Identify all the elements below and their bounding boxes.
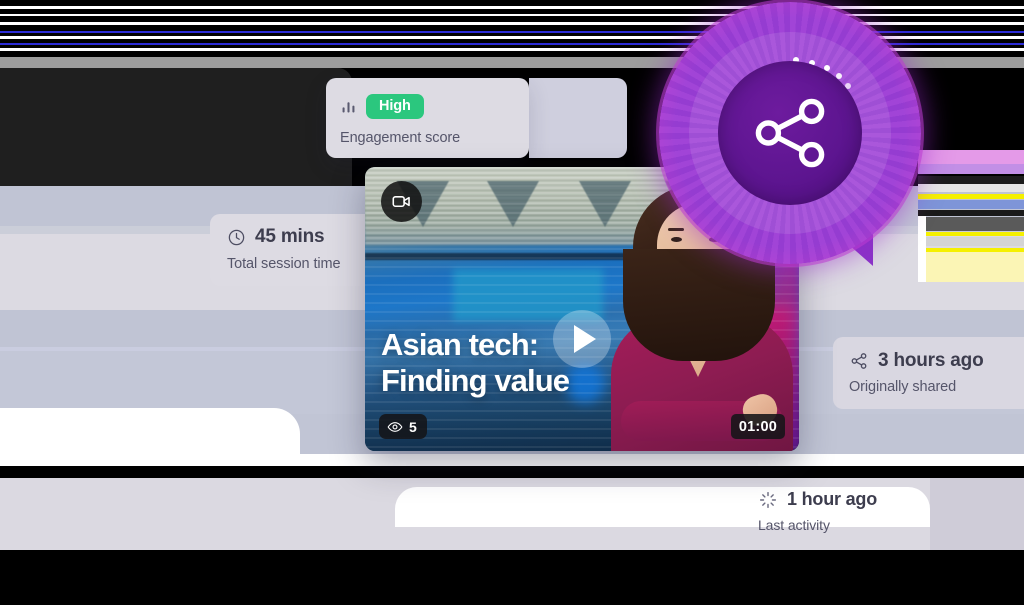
bg-white-block bbox=[0, 408, 300, 454]
canvas: High Engagement score 45 mins Total sess… bbox=[0, 0, 1024, 605]
shared-card-caption: Originally shared bbox=[849, 379, 957, 395]
engagement-status-badge: High bbox=[366, 94, 424, 119]
bg-artifact-stripe bbox=[918, 184, 1024, 192]
activity-time-value: 1 hour ago bbox=[787, 489, 878, 509]
bg-divider bbox=[0, 466, 1024, 478]
bg-artifact-stripe bbox=[918, 200, 1024, 209]
bg-white-block bbox=[0, 454, 1024, 466]
bg-artifact-stripe bbox=[918, 252, 1024, 282]
originally-shared-card[interactable]: 3 hours ago Originally shared bbox=[833, 337, 1024, 409]
sparkle-icon bbox=[758, 490, 778, 510]
engagement-card-header: High bbox=[340, 94, 529, 119]
video-view-count: 5 bbox=[379, 414, 427, 439]
bg-artifact-stripe bbox=[918, 232, 1024, 236]
video-camera-icon bbox=[381, 181, 422, 222]
bg-artifact-stripe bbox=[918, 194, 1024, 199]
bg-artifact-stripe bbox=[918, 150, 1024, 164]
bg-artifact-stripe bbox=[918, 237, 1024, 246]
session-time-value: 45 mins bbox=[255, 226, 325, 247]
video-title: Asian tech: Finding value bbox=[381, 327, 641, 400]
video-view-count-value: 5 bbox=[409, 418, 417, 435]
video-duration: 01:00 bbox=[730, 414, 785, 439]
bg-divider bbox=[0, 550, 1024, 605]
bg-artifact-stripe bbox=[918, 217, 1024, 231]
activity-card-caption: Last activity bbox=[758, 517, 830, 533]
clock-icon bbox=[227, 228, 246, 247]
share-badge[interactable] bbox=[659, 2, 921, 266]
bar-chart-icon bbox=[340, 98, 357, 115]
share-badge-core bbox=[718, 61, 862, 205]
bg-artifact-stripe bbox=[918, 164, 1024, 174]
engagement-score-card[interactable]: High Engagement score bbox=[326, 78, 529, 158]
bg-artifact-stripe bbox=[918, 210, 1024, 216]
shared-time-value: 3 hours ago bbox=[878, 350, 984, 371]
video-title-line-1: Asian tech: bbox=[381, 327, 539, 362]
bg-artifact-stripe bbox=[918, 176, 1024, 184]
bg-band bbox=[930, 478, 1024, 550]
video-title-line-2: Finding value bbox=[381, 363, 570, 399]
engagement-card-extension bbox=[529, 78, 627, 158]
shared-card-header: 3 hours ago bbox=[849, 350, 1024, 372]
bg-dark-panel bbox=[0, 68, 352, 186]
eye-icon bbox=[387, 419, 403, 435]
share-nodes-icon bbox=[755, 98, 825, 168]
last-activity-card[interactable]: 1 hour ago Last activity bbox=[750, 483, 930, 543]
engagement-card-caption: Engagement score bbox=[340, 130, 461, 146]
share-icon bbox=[849, 351, 869, 371]
activity-card-header: 1 hour ago bbox=[758, 489, 930, 510]
